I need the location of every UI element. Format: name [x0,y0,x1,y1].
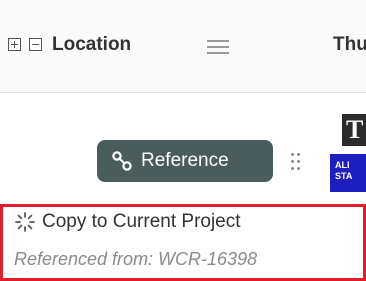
expand-all-icon[interactable] [8,38,21,51]
link-icon [112,151,132,171]
copy-to-current-project-label: Copy to Current Project [42,211,241,232]
table-header: Location Thu [0,0,366,93]
drag-handle-icon[interactable] [290,152,302,172]
reference-button[interactable]: Reference [97,140,273,182]
column-header-location[interactable]: Location [52,34,131,56]
collapse-all-icon[interactable] [29,38,42,51]
logo-text-line1: ALI [335,160,350,170]
project-logo-bottom: ALI STA [330,154,366,192]
loading-spinner-icon [15,212,35,232]
logo-text-line2: STA [335,171,353,181]
referenced-from-text: Referenced from: WCR-16398 [14,249,258,269]
filter-menu-icon[interactable] [207,39,229,55]
project-logo-top: T [342,114,366,146]
reference-button-label: Reference [141,150,229,171]
column-header-next[interactable]: Thu [333,34,366,56]
copy-to-current-project-option[interactable]: Copy to Current Project [14,207,241,237]
